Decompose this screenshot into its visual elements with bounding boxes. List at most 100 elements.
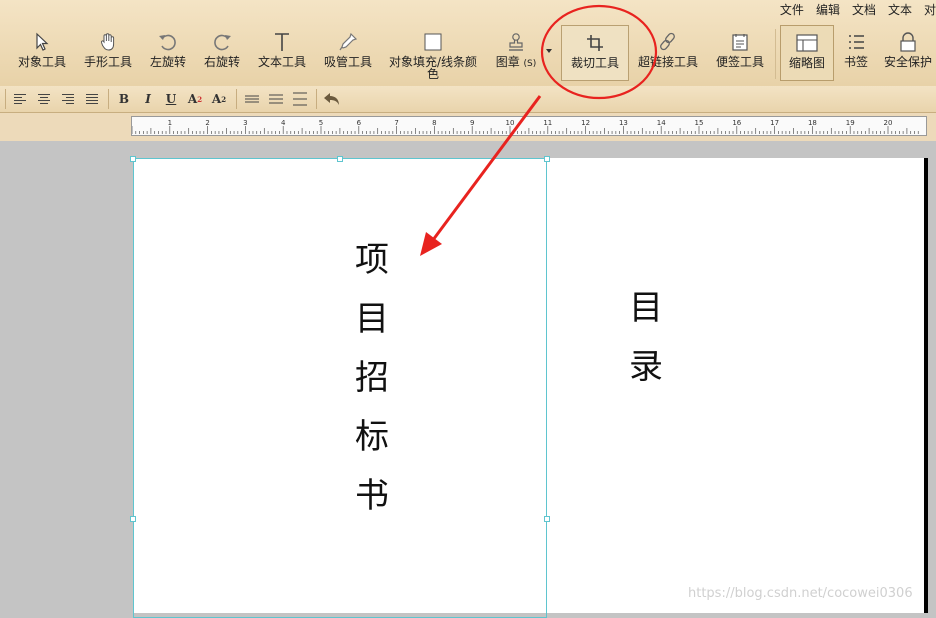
rotate-left-button[interactable]: 左旋转 bbox=[144, 25, 192, 81]
crop-selection-box[interactable] bbox=[133, 158, 547, 618]
ruler-label: 17 bbox=[770, 119, 779, 127]
crop-handle-middle-left[interactable] bbox=[130, 516, 136, 522]
main-toolbar: 文件 编辑 文档 文本 对 对象工具 手形工具 左旋转 右旋转 文本工具 吸管工… bbox=[0, 0, 936, 87]
title-char: 目 bbox=[355, 299, 389, 339]
pointer-icon bbox=[30, 30, 54, 54]
line-spacing-1-icon[interactable] bbox=[243, 90, 261, 108]
format-separator bbox=[236, 89, 237, 109]
align-justify-icon[interactable] bbox=[83, 90, 101, 108]
dropdown-arrow-icon bbox=[546, 49, 552, 53]
stamp-tool-label: 图章 (S) bbox=[496, 56, 537, 70]
object-tool-button[interactable]: 对象工具 bbox=[12, 25, 72, 81]
ruler-label: 20 bbox=[884, 119, 893, 127]
menu-text[interactable]: 文本 bbox=[882, 0, 918, 20]
eyedropper-icon bbox=[336, 30, 360, 54]
rotate-left-label: 左旋转 bbox=[149, 55, 186, 69]
fill-line-color-label: 对象填充/线条颜色 bbox=[388, 55, 478, 81]
line-spacing-3-icon[interactable] bbox=[291, 90, 309, 108]
stamp-label-text: 图章 bbox=[495, 55, 520, 69]
object-tool-label: 对象工具 bbox=[17, 55, 66, 69]
ruler-label: 8 bbox=[432, 119, 436, 127]
hand-icon bbox=[96, 30, 120, 54]
crop-handle-top-center[interactable] bbox=[337, 156, 343, 162]
menu-file[interactable]: 文件 bbox=[774, 0, 810, 20]
page-right bbox=[548, 158, 924, 613]
align-right-icon[interactable] bbox=[59, 90, 77, 108]
hyperlink-tool-button[interactable]: 超链接工具 bbox=[634, 25, 702, 81]
crop-tool-button[interactable]: 裁切工具 bbox=[561, 25, 629, 81]
hyperlink-tool-label: 超链接工具 bbox=[637, 55, 698, 69]
fill-line-color-button[interactable]: 对象填充/线条颜色 bbox=[384, 25, 482, 81]
crop-handle-top-right[interactable] bbox=[544, 156, 550, 162]
ruler-label: 6 bbox=[357, 119, 362, 127]
underline-button[interactable]: U bbox=[162, 90, 180, 108]
text-tool-button[interactable]: 文本工具 bbox=[252, 25, 312, 81]
menu-document[interactable]: 文档 bbox=[846, 0, 882, 20]
hand-tool-button[interactable]: 手形工具 bbox=[78, 25, 138, 81]
lock-icon bbox=[896, 30, 920, 54]
ruler-label: 11 bbox=[543, 119, 552, 127]
horizontal-ruler: 1 2 3 4 5 6 7 8 9 10 11 12 13 14 15 16 17 18 19 20 bbox=[131, 116, 927, 136]
format-separator bbox=[5, 89, 6, 109]
line-spacing-2-icon[interactable] bbox=[267, 90, 285, 108]
undo-icon[interactable] bbox=[323, 90, 341, 108]
rotate-left-icon bbox=[156, 30, 180, 54]
stamp-tool-button[interactable]: 图章 (S) bbox=[490, 25, 542, 81]
subscript-mark: 2 bbox=[221, 94, 227, 104]
format-separator bbox=[316, 89, 317, 109]
title-char: 招 bbox=[355, 358, 389, 398]
ruler-label: 2 bbox=[205, 119, 209, 127]
bookmark-label: 书签 bbox=[843, 55, 868, 69]
hand-tool-label: 手形工具 bbox=[83, 55, 132, 69]
ruler-label: 1 bbox=[168, 119, 172, 127]
superscript-button[interactable]: A2 bbox=[186, 90, 204, 108]
ruler-label: 10 bbox=[506, 119, 515, 127]
align-center-icon[interactable] bbox=[35, 90, 53, 108]
ruler-label: 3 bbox=[243, 119, 247, 127]
note-tool-label: 便签工具 bbox=[715, 55, 764, 69]
stamp-icon bbox=[504, 30, 528, 54]
ruler-label: 16 bbox=[732, 119, 741, 127]
crop-handle-top-left[interactable] bbox=[130, 156, 136, 162]
stamp-dropdown[interactable] bbox=[542, 25, 556, 81]
ruler-label: 15 bbox=[695, 119, 704, 127]
italic-button[interactable]: I bbox=[139, 90, 157, 108]
eyedropper-tool-button[interactable]: 吸管工具 bbox=[318, 25, 378, 81]
menu-bar: 文件 编辑 文档 文本 对 bbox=[774, 0, 936, 20]
rotate-right-label: 右旋转 bbox=[203, 55, 240, 69]
superscript-base: A bbox=[187, 92, 198, 106]
text-tool-label: 文本工具 bbox=[257, 55, 306, 69]
ruler-label: 12 bbox=[581, 119, 590, 127]
crop-icon bbox=[583, 31, 607, 55]
note-icon bbox=[728, 30, 752, 54]
thumbnail-label: 缩略图 bbox=[788, 56, 825, 70]
ruler-label: 14 bbox=[657, 119, 666, 127]
rotate-right-icon bbox=[210, 30, 234, 54]
bold-button[interactable]: B bbox=[115, 90, 133, 108]
text-icon bbox=[270, 30, 294, 54]
ruler-label: 4 bbox=[281, 119, 286, 127]
menu-edit[interactable]: 编辑 bbox=[810, 0, 846, 20]
ruler-label: 9 bbox=[470, 119, 474, 127]
bookmark-button[interactable]: 书签 bbox=[838, 25, 874, 81]
subscript-button[interactable]: A2 bbox=[210, 90, 228, 108]
ruler-label: 7 bbox=[394, 119, 398, 127]
fill-color-swatch-icon bbox=[421, 30, 445, 54]
crop-tool-label: 裁切工具 bbox=[570, 56, 619, 70]
format-toolbar: B I U A2 A2 bbox=[0, 86, 936, 113]
ruler-label: 13 bbox=[619, 119, 628, 127]
note-tool-button[interactable]: 便签工具 bbox=[710, 25, 770, 81]
toolbar-separator bbox=[775, 29, 776, 79]
rotate-right-button[interactable]: 右旋转 bbox=[198, 25, 246, 81]
link-icon bbox=[656, 30, 680, 54]
ruler-label: 19 bbox=[846, 119, 855, 127]
thumbnail-button[interactable]: 缩略图 bbox=[780, 25, 834, 81]
security-label: 安全保护 bbox=[883, 55, 932, 69]
align-left-icon[interactable] bbox=[11, 90, 29, 108]
watermark-text: https://blog.csdn.net/cocowei0306 bbox=[688, 586, 913, 601]
crop-handle-middle-right[interactable] bbox=[544, 516, 550, 522]
title-char: 录 bbox=[629, 347, 663, 387]
menu-object[interactable]: 对 bbox=[918, 0, 936, 20]
security-button[interactable]: 安全保护 bbox=[880, 25, 936, 81]
format-separator bbox=[108, 89, 109, 109]
